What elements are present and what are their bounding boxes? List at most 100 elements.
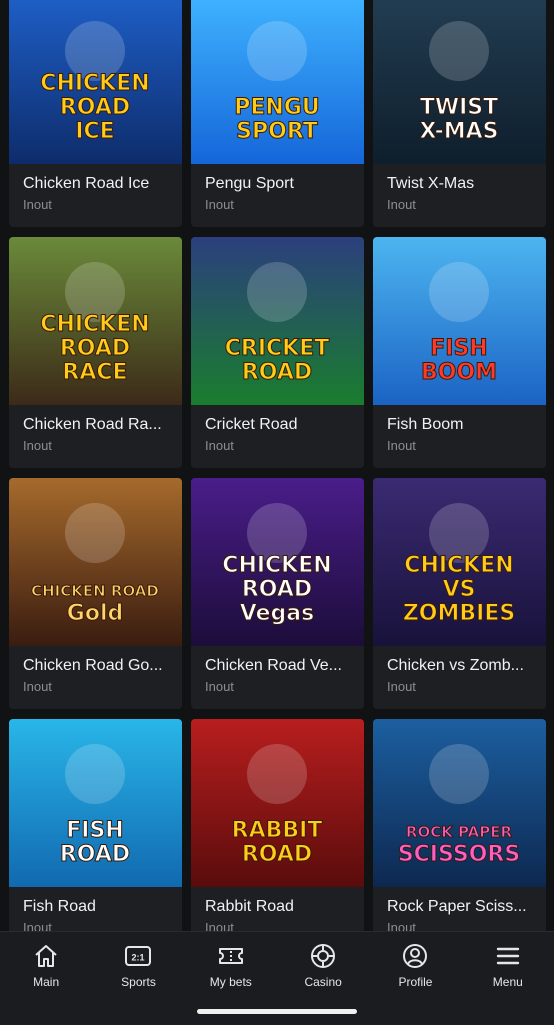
nav-profile-label: Profile	[398, 975, 433, 989]
game-title: Pengu Sport	[205, 175, 294, 192]
casino-chip-icon	[309, 942, 337, 970]
nav-casino[interactable]: Casino	[283, 942, 363, 989]
game-logo-text: SCISSORS	[398, 842, 520, 867]
game-logo-text: TWIST	[420, 95, 498, 120]
game-card[interactable]: ROCK PAPER SCISSORS Rock Paper Sciss... Ino…	[373, 719, 546, 950]
game-logo-text: FISH	[430, 336, 487, 361]
nav-my-bets[interactable]: My bets	[191, 942, 271, 989]
game-logo-text: FISH	[66, 818, 123, 843]
game-logo-text: VS	[443, 577, 476, 602]
game-card[interactable]: CHICKEN ROAD ICE Chicken Road Ice Inout	[9, 0, 182, 227]
game-card[interactable]: CHICKEN ROAD Vegas Chicken Road Ve... Inout	[191, 478, 364, 709]
game-title: Chicken Road Go...	[23, 657, 163, 674]
nav-casino-label: Casino	[304, 975, 342, 989]
game-card[interactable]: RABBIT ROAD Rabbit Road Inout	[191, 719, 364, 950]
game-logo-text: CRICKET	[225, 336, 330, 361]
game-logo-text: ROAD	[60, 842, 130, 867]
game-title: Chicken Road Ve...	[205, 657, 342, 674]
mascot-illustration	[247, 262, 307, 322]
game-thumbnail: PENGU SPORT	[191, 0, 364, 164]
game-title: Fish Boom	[387, 416, 464, 433]
game-card[interactable]: FISH BOOM Fish Boom Inout	[373, 237, 546, 468]
game-logo-text: ZOMBIES	[403, 601, 515, 626]
nav-menu[interactable]: Menu	[468, 942, 548, 989]
nav-my-bets-label: My bets	[209, 975, 252, 989]
nav-sports[interactable]: 2:1 Sports	[98, 942, 178, 989]
game-thumbnail: FISH BOOM	[373, 237, 546, 405]
game-logo-text: BOOM	[421, 360, 497, 385]
mascot-illustration	[65, 503, 125, 563]
game-card[interactable]: TWIST X-MAS Twist X-Mas Inout	[373, 0, 546, 227]
game-logo-text: ROAD	[60, 336, 130, 361]
game-card[interactable]: CHICKEN VS ZOMBIES Chicken vs Zomb... Inout	[373, 478, 546, 709]
profile-icon	[401, 942, 429, 970]
game-card[interactable]: PENGU SPORT Pengu Sport Inout	[191, 0, 364, 227]
game-logo-text: ICE	[75, 119, 114, 144]
game-thumbnail: ROCK PAPER SCISSORS	[373, 719, 546, 887]
game-title: Chicken Road Ice	[23, 175, 150, 192]
mascot-illustration	[429, 262, 489, 322]
game-logo-text: CHICKEN ROAD	[31, 582, 159, 600]
game-provider: Inout	[23, 679, 52, 694]
game-provider: Inout	[205, 197, 234, 212]
nav-sports-label: Sports	[121, 975, 156, 989]
games-grid: CHICKEN ROAD ICE Chicken Road Ice Inout PENGU…	[9, 0, 546, 950]
mascot-illustration	[429, 744, 489, 804]
menu-icon	[494, 942, 522, 970]
game-card[interactable]: CRICKET ROAD Cricket Road Inout	[191, 237, 364, 468]
game-logo-text: X-MAS	[419, 119, 498, 144]
game-thumbnail: TWIST X-MAS	[373, 0, 546, 164]
game-logo-text: Gold	[67, 601, 123, 626]
game-logo-text: ROAD	[242, 842, 312, 867]
game-logo-text: RABBIT	[232, 818, 323, 843]
game-thumbnail: CHICKEN ROAD RACE	[9, 237, 182, 405]
game-logo-text: CHICKEN	[40, 312, 149, 337]
nav-menu-label: Menu	[492, 975, 523, 989]
game-logo-text: CHICKEN	[404, 553, 513, 578]
game-title: Rock Paper Sciss...	[387, 898, 527, 915]
game-thumbnail: FISH ROAD	[9, 719, 182, 887]
game-provider: Inout	[23, 197, 52, 212]
game-logo-text: ROAD	[60, 95, 130, 120]
game-card[interactable]: FISH ROAD Fish Road Inout	[9, 719, 182, 950]
mascot-illustration	[65, 744, 125, 804]
mascot-illustration	[429, 21, 489, 81]
game-thumbnail: CRICKET ROAD	[191, 237, 364, 405]
game-logo-text: CHICKEN	[40, 71, 149, 96]
game-logo-text: CHICKEN	[222, 553, 331, 578]
game-thumbnail: CHICKEN ROAD ICE	[9, 0, 182, 164]
home-indicator	[197, 1009, 357, 1014]
game-logo-text: ROAD	[242, 360, 312, 385]
home-icon	[32, 942, 60, 970]
game-logo-text: RACE	[62, 360, 127, 385]
game-provider: Inout	[387, 438, 416, 453]
game-thumbnail: RABBIT ROAD	[191, 719, 364, 887]
game-thumbnail: CHICKEN ROAD Gold	[9, 478, 182, 646]
game-provider: Inout	[387, 197, 416, 212]
mascot-illustration	[247, 21, 307, 81]
game-title: Chicken vs Zomb...	[387, 657, 524, 674]
game-provider: Inout	[205, 679, 234, 694]
nav-bar: Main 2:1 Sports My bets Casino Profile M…	[0, 942, 554, 989]
game-provider: Inout	[23, 438, 52, 453]
game-title: Twist X-Mas	[387, 175, 475, 192]
game-logo-text: ROCK PAPER	[406, 823, 513, 841]
game-card[interactable]: CHICKEN ROAD RACE Chicken Road Ra... Inout	[9, 237, 182, 468]
game-thumbnail: CHICKEN VS ZOMBIES	[373, 478, 546, 646]
game-logo-text: Vegas	[240, 601, 314, 626]
svg-text:2:1: 2:1	[132, 953, 145, 963]
nav-profile[interactable]: Profile	[375, 942, 455, 989]
game-title: Cricket Road	[205, 416, 298, 433]
sports-icon: 2:1	[124, 942, 152, 970]
game-title: Fish Road	[23, 898, 96, 915]
game-thumbnail: CHICKEN ROAD Vegas	[191, 478, 364, 646]
game-logo-text: SPORT	[236, 119, 318, 144]
nav-main-label: Main	[33, 975, 60, 989]
game-logo-text: PENGU	[234, 95, 320, 120]
game-logo-text: ROAD	[242, 577, 312, 602]
mascot-illustration	[247, 744, 307, 804]
game-title: Rabbit Road	[205, 898, 294, 915]
nav-main[interactable]: Main	[6, 942, 86, 989]
game-title: Chicken Road Ra...	[23, 416, 162, 433]
game-card[interactable]: CHICKEN ROAD Gold Chicken Road Go... Inout	[9, 478, 182, 709]
